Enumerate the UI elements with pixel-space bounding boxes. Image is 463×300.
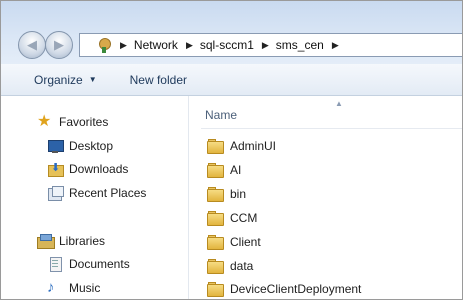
column-header-name[interactable]: Name bbox=[205, 108, 237, 122]
organize-button[interactable]: Organize ▼ bbox=[34, 73, 97, 87]
file-name: AdminUI bbox=[230, 139, 277, 153]
nav-favorites[interactable]: ★ Favorites bbox=[37, 112, 108, 132]
nav-music-label: Music bbox=[69, 281, 101, 295]
file-name: AI bbox=[230, 163, 242, 177]
nav-documents[interactable]: Documents bbox=[47, 254, 130, 274]
nav-downloads[interactable]: ⬇ Downloads bbox=[47, 159, 128, 179]
sort-indicator-icon: ▲ bbox=[335, 99, 343, 108]
back-button[interactable]: ◀ bbox=[18, 31, 46, 59]
desktop-icon bbox=[47, 138, 64, 154]
nav-recent-places[interactable]: Recent Places bbox=[47, 183, 146, 203]
nav-recent-places-label: Recent Places bbox=[69, 186, 147, 200]
explorer-window: ◀ ▶ ▶ Network ▶ sql-sccm1 ▶ sms_cen ▶ Or… bbox=[0, 0, 463, 300]
file-name: data bbox=[230, 259, 254, 273]
new-folder-button[interactable]: New folder bbox=[130, 73, 187, 87]
breadcrumb-separator[interactable]: ▶ bbox=[186, 40, 193, 51]
breadcrumb-server[interactable]: sql-sccm1 bbox=[200, 38, 254, 52]
folder-icon bbox=[207, 259, 224, 274]
list-item[interactable]: Client bbox=[207, 232, 261, 252]
network-icon bbox=[96, 37, 112, 53]
file-name: Client bbox=[230, 235, 261, 249]
folder-icon bbox=[207, 187, 224, 202]
organize-label: Organize bbox=[34, 72, 83, 87]
folder-icon bbox=[207, 282, 224, 297]
nav-desktop-label: Desktop bbox=[69, 139, 114, 153]
breadcrumb-separator[interactable]: ▶ bbox=[332, 40, 339, 51]
folder-icon bbox=[207, 211, 224, 226]
nav-libraries[interactable]: Libraries bbox=[37, 231, 105, 251]
list-item[interactable]: bin bbox=[207, 184, 246, 204]
new-folder-label: New folder bbox=[129, 72, 187, 87]
nav-favorites-label: Favorites bbox=[59, 115, 109, 129]
file-name: DeviceClientDeployment bbox=[230, 282, 362, 296]
breadcrumb-network[interactable]: Network bbox=[134, 38, 178, 52]
file-name: bin bbox=[230, 187, 247, 201]
libraries-icon bbox=[37, 233, 55, 249]
navigation-pane: ★ Favorites Desktop ⬇ Downloads Recent P… bbox=[1, 96, 186, 299]
nav-documents-label: Documents bbox=[69, 257, 130, 271]
list-item[interactable]: DeviceClientDeployment bbox=[207, 279, 361, 299]
recent-places-icon bbox=[47, 185, 64, 201]
folder-icon bbox=[207, 163, 224, 178]
music-icon: ♪ bbox=[47, 279, 55, 296]
column-divider bbox=[201, 128, 462, 129]
breadcrumb-separator[interactable]: ▶ bbox=[262, 40, 269, 51]
nav-music[interactable]: ♪ Music bbox=[47, 278, 100, 298]
breadcrumb-separator[interactable]: ▶ bbox=[120, 40, 127, 51]
breadcrumb-share[interactable]: sms_cen bbox=[276, 38, 324, 52]
address-bar[interactable]: ▶ Network ▶ sql-sccm1 ▶ sms_cen ▶ bbox=[79, 33, 462, 57]
folder-icon bbox=[207, 139, 224, 154]
star-icon: ★ bbox=[37, 113, 52, 130]
forward-icon: ▶ bbox=[54, 37, 64, 52]
title-bar: ◀ ▶ ▶ Network ▶ sql-sccm1 ▶ sms_cen ▶ bbox=[1, 1, 462, 64]
file-name: CCM bbox=[230, 211, 258, 225]
list-item[interactable]: data bbox=[207, 256, 253, 276]
file-list: Name ▲ AdminUI AI bin CCM Client data De… bbox=[189, 96, 462, 299]
documents-icon bbox=[47, 256, 63, 272]
list-item[interactable]: AdminUI bbox=[207, 136, 276, 156]
downloads-icon: ⬇ bbox=[47, 161, 64, 177]
list-item[interactable]: CCM bbox=[207, 208, 257, 228]
forward-button[interactable]: ▶ bbox=[45, 31, 73, 59]
nav-desktop[interactable]: Desktop bbox=[47, 136, 113, 156]
nav-downloads-label: Downloads bbox=[69, 162, 129, 176]
nav-libraries-label: Libraries bbox=[59, 234, 106, 248]
chevron-down-icon: ▼ bbox=[88, 75, 97, 84]
back-icon: ◀ bbox=[27, 37, 37, 52]
list-item[interactable]: AI bbox=[207, 160, 241, 180]
command-bar: Organize ▼ New folder bbox=[1, 64, 462, 96]
folder-icon bbox=[207, 235, 224, 250]
